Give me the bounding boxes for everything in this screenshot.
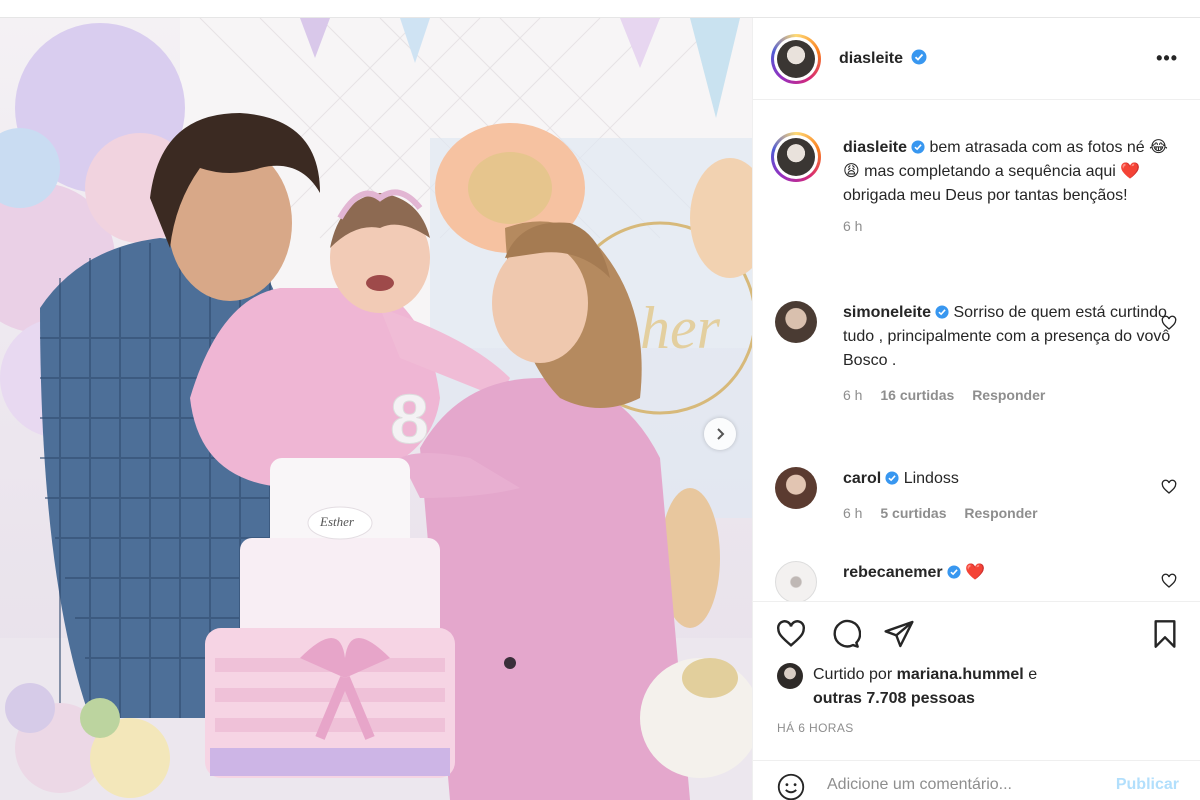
carousel-next-button[interactable] xyxy=(704,418,736,450)
liked-by-others[interactable]: outras 7.708 pessoas xyxy=(813,690,975,707)
verified-badge-icon xyxy=(935,305,949,319)
comment-time: 6 h xyxy=(843,505,863,521)
post-header: diasleite ••• xyxy=(753,18,1200,100)
reply-button[interactable]: Responder xyxy=(972,387,1045,403)
caption-text: diasleite bem atrasada com as fotos né 😂… xyxy=(843,136,1175,208)
comment-likes[interactable]: 5 curtidas xyxy=(880,505,946,521)
avatar-image xyxy=(777,39,815,78)
emoji-smiley-icon[interactable] xyxy=(777,773,805,800)
caption-text-part2: mas completando a sequência aqui xyxy=(859,163,1121,180)
comment-meta: 6 h 5 curtidas Responder xyxy=(843,505,1175,521)
comment-body: Lindoss xyxy=(899,470,959,487)
author-username-text: diasleite xyxy=(839,50,904,67)
liked-by-prefix: Curtido por xyxy=(813,666,897,683)
comment-username[interactable]: carol xyxy=(843,470,881,487)
comment-text: simoneleite Sorriso de quem está curtind… xyxy=(843,301,1175,373)
weary-emoji: 😩 xyxy=(843,163,860,180)
like-comment-heart-icon[interactable] xyxy=(1161,573,1177,589)
publish-button[interactable]: Publicar xyxy=(1116,776,1179,794)
comments-list[interactable]: diasleite bem atrasada com as fotos né 😂… xyxy=(753,101,1200,601)
comment-username[interactable]: rebecanemer xyxy=(843,564,943,581)
liked-by-text: Curtido por mariana.hummel e outras 7.70… xyxy=(813,663,1177,711)
caption-text-part1: bem atrasada com as fotos né xyxy=(925,139,1150,156)
comment-bubble-icon[interactable] xyxy=(829,618,861,650)
comment-meta: 6 h 16 curtidas Responder xyxy=(843,387,1175,403)
save-bookmark-icon[interactable] xyxy=(1149,618,1181,650)
comment-time: 6 h xyxy=(843,387,863,403)
comment-username[interactable]: simoneleite xyxy=(843,304,931,321)
verified-badge-icon xyxy=(911,140,925,154)
caption: diasleite bem atrasada com as fotos né 😂… xyxy=(771,132,1175,234)
caption-meta: 6 h xyxy=(843,218,1175,234)
author-username[interactable]: diasleite xyxy=(839,49,927,68)
caption-username[interactable]: diasleite xyxy=(843,139,907,156)
comment-text: rebecanemer ❤️ xyxy=(843,561,1175,585)
comment-likes[interactable]: 16 curtidas xyxy=(880,387,954,403)
more-options-button[interactable]: ••• xyxy=(1156,48,1178,69)
party-photo-illustration: her 8 xyxy=(0,18,752,800)
commenter-avatar[interactable] xyxy=(775,467,817,509)
browser-top-strip xyxy=(0,0,1200,18)
heart-emoji: ❤️ xyxy=(1120,163,1141,180)
svg-text:8: 8 xyxy=(390,380,429,458)
caption-text-part3: obrigada meu Deus por tantas bençãos! xyxy=(843,187,1128,204)
liked-by: Curtido por mariana.hummel e outras 7.70… xyxy=(777,663,1177,711)
svg-text:her: her xyxy=(640,295,721,361)
share-send-icon[interactable] xyxy=(883,618,915,650)
like-comment-heart-icon[interactable] xyxy=(1161,315,1177,331)
comment-item: carol Lindoss 6 h 5 curtidas Responder xyxy=(775,467,1177,521)
post-photo[interactable]: her 8 Esther xyxy=(0,18,752,800)
verified-badge-icon xyxy=(885,471,899,485)
comment-body: ❤️ xyxy=(960,564,985,581)
commenter-avatar[interactable] xyxy=(775,301,817,343)
comment-item: simoneleite Sorriso de quem está curtind… xyxy=(775,301,1177,403)
verified-badge-icon xyxy=(947,565,961,579)
comment-item: rebecanemer ❤️ xyxy=(775,561,1177,601)
caption-time: 6 h xyxy=(843,218,863,234)
post-side-panel: diasleite ••• diasleite bem atrasada com… xyxy=(752,18,1200,800)
liked-by-user[interactable]: mariana.hummel xyxy=(897,666,1024,683)
post-timestamp[interactable]: HÁ 6 HORAS xyxy=(777,721,854,735)
comment-text: carol Lindoss xyxy=(843,467,1175,491)
laughing-emoji: 😂 xyxy=(1149,139,1168,156)
chevron-right-icon xyxy=(717,428,725,440)
add-comment-bar: Publicar xyxy=(753,760,1200,800)
cake-name-label: Esther xyxy=(320,514,354,529)
like-heart-icon[interactable] xyxy=(775,618,807,650)
commenter-avatar[interactable] xyxy=(775,561,817,601)
author-avatar[interactable] xyxy=(771,33,821,84)
post-actions-bar xyxy=(753,601,1200,661)
comment-input[interactable] xyxy=(827,771,1097,799)
avatar-image xyxy=(777,138,815,176)
liked-by-middle: e xyxy=(1023,666,1038,683)
liker-avatar[interactable] xyxy=(777,663,803,689)
caption-author-avatar[interactable] xyxy=(771,132,821,182)
verified-badge-icon xyxy=(911,49,927,65)
like-comment-heart-icon[interactable] xyxy=(1161,479,1177,495)
reply-button[interactable]: Responder xyxy=(964,505,1037,521)
